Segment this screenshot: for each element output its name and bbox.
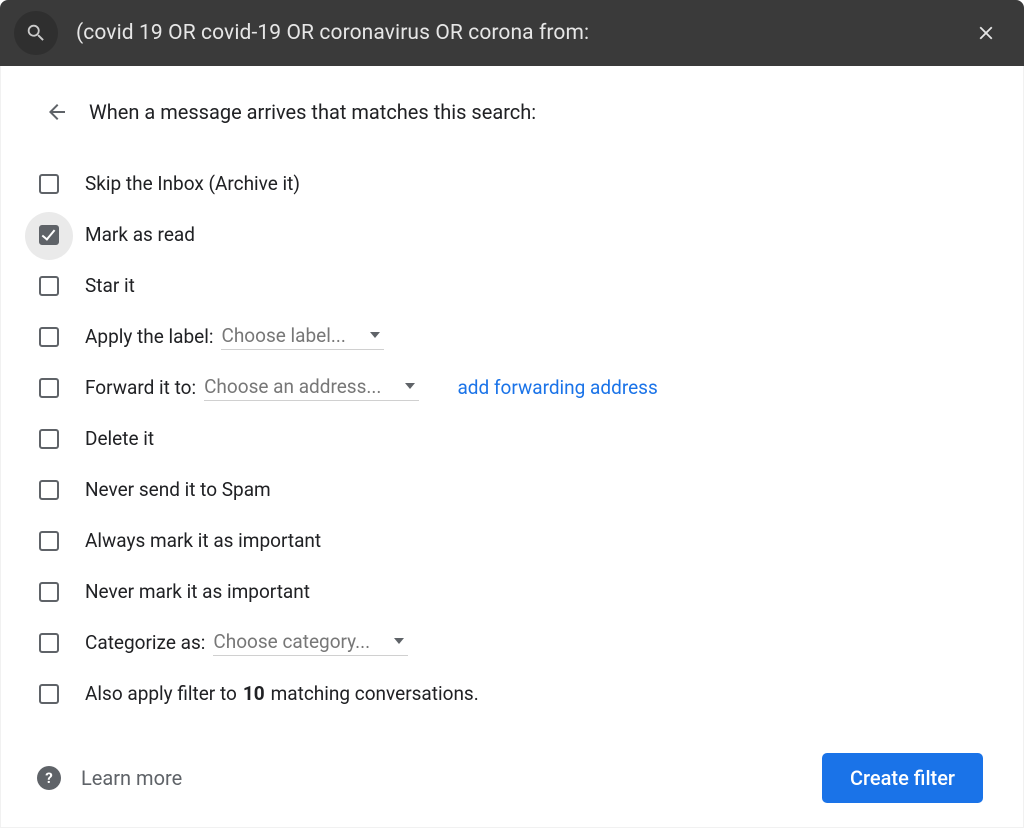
option-never-spam: Never send it to Spam	[39, 464, 983, 515]
checkbox-never-spam[interactable]	[39, 480, 59, 500]
option-categorize-as: Categorize as: Choose category...	[39, 617, 983, 668]
dropdown-forward-to[interactable]: Choose an address...	[204, 375, 419, 401]
label-categorize-as: Categorize as:	[85, 631, 205, 654]
label-also-apply-post: matching conversations.	[271, 682, 479, 705]
checkbox-skip-inbox[interactable]	[39, 174, 59, 194]
option-apply-label: Apply the label: Choose label...	[39, 311, 983, 362]
checkbox-delete-it[interactable]	[39, 429, 59, 449]
label-also-apply: Also apply filter to 10 matching convers…	[85, 682, 479, 705]
back-arrow-icon[interactable]	[43, 98, 71, 126]
option-mark-read: Mark as read	[39, 209, 983, 260]
learn-more-link[interactable]: Learn more	[81, 766, 182, 790]
dropdown-forward-to-text: Choose an address...	[204, 375, 381, 398]
label-mark-read: Mark as read	[85, 223, 195, 246]
option-delete-it: Delete it	[39, 413, 983, 464]
label-also-apply-pre: Also apply filter to	[85, 682, 237, 705]
panel-header: When a message arrives that matches this…	[1, 66, 1023, 158]
label-always-important: Always mark it as important	[85, 529, 321, 552]
label-forward-to: Forward it to:	[85, 376, 196, 399]
checkbox-forward-to[interactable]	[39, 378, 59, 398]
chevron-down-icon	[394, 638, 404, 644]
checkbox-always-important[interactable]	[39, 531, 59, 551]
link-add-forwarding[interactable]: add forwarding address	[457, 376, 657, 399]
label-apply-label: Apply the label:	[85, 325, 213, 348]
filter-panel: When a message arrives that matches this…	[0, 66, 1024, 828]
help-icon[interactable]: ?	[37, 766, 61, 790]
option-skip-inbox: Skip the Inbox (Archive it)	[39, 158, 983, 209]
search-bar: (covid 19 OR covid-19 OR coronavirus OR …	[0, 0, 1024, 66]
label-delete-it: Delete it	[85, 427, 154, 450]
option-star-it: Star it	[39, 260, 983, 311]
chevron-down-icon	[370, 332, 380, 338]
option-list: Skip the Inbox (Archive it) Mark as read…	[1, 158, 1023, 719]
dropdown-apply-label-text: Choose label...	[221, 324, 345, 347]
option-never-important: Never mark it as important	[39, 566, 983, 617]
label-skip-inbox: Skip the Inbox (Archive it)	[85, 172, 300, 195]
checkbox-star-it[interactable]	[39, 276, 59, 296]
panel-title: When a message arrives that matches this…	[89, 100, 536, 124]
option-forward-to: Forward it to: Choose an address... add …	[39, 362, 983, 413]
create-filter-button[interactable]: Create filter	[822, 753, 983, 803]
label-star-it: Star it	[85, 274, 135, 297]
search-query-text[interactable]: (covid 19 OR covid-19 OR coronavirus OR …	[76, 21, 966, 45]
label-also-apply-count: 10	[243, 682, 265, 705]
label-never-important: Never mark it as important	[85, 580, 310, 603]
dropdown-categorize-as-text: Choose category...	[213, 630, 370, 653]
checkbox-also-apply[interactable]	[39, 684, 59, 704]
checkbox-apply-label[interactable]	[39, 327, 59, 347]
checkbox-categorize-as[interactable]	[39, 633, 59, 653]
chevron-down-icon	[405, 383, 415, 389]
label-never-spam: Never send it to Spam	[85, 478, 271, 501]
checkbox-never-important[interactable]	[39, 582, 59, 602]
option-also-apply: Also apply filter to 10 matching convers…	[39, 668, 983, 719]
panel-footer: ? Learn more Create filter	[1, 753, 1023, 803]
dropdown-categorize-as[interactable]: Choose category...	[213, 630, 408, 656]
search-icon[interactable]	[14, 11, 58, 55]
dropdown-apply-label[interactable]: Choose label...	[221, 324, 383, 350]
option-always-important: Always mark it as important	[39, 515, 983, 566]
checkbox-mark-read[interactable]	[39, 225, 59, 245]
close-icon[interactable]	[966, 13, 1006, 53]
